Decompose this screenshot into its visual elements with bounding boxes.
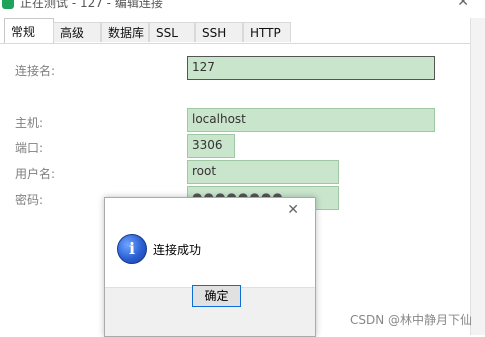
connection-name-label: 连接名:	[15, 64, 56, 78]
tab-ssh[interactable]: SSH	[195, 22, 243, 42]
tab-databases[interactable]: 数据库	[101, 22, 149, 42]
connection-name-field[interactable]: 127	[187, 56, 435, 80]
window-titlebar: 正在测试 - 127 - 编辑连接 ✕	[0, 0, 485, 18]
window-title: 正在测试 - 127 - 编辑连接	[20, 0, 163, 10]
tab-general[interactable]: 常规	[4, 18, 54, 44]
window-close-icon[interactable]: ✕	[457, 0, 469, 10]
tab-http[interactable]: HTTP	[243, 22, 291, 42]
tab-advanced[interactable]: 高级	[53, 22, 101, 42]
tab-ssl[interactable]: SSL	[149, 22, 195, 42]
port-field[interactable]: 3306	[187, 134, 235, 158]
info-icon: i	[117, 234, 147, 264]
dialog-message: 连接成功	[153, 243, 202, 257]
username-label: 用户名:	[15, 167, 56, 181]
host-label: 主机:	[15, 116, 44, 130]
watermark: CSDN @林中静月下仙	[349, 313, 472, 327]
connection-success-dialog: ✕ i 连接成功 确定	[104, 197, 316, 337]
app-icon	[2, 0, 14, 9]
window-edge	[470, 18, 485, 335]
host-field[interactable]: localhost	[187, 108, 435, 132]
tab-strip: 常规 高级 数据库 SSL SSH HTTP	[0, 18, 485, 44]
username-field[interactable]: root	[187, 160, 339, 184]
password-label: 密码:	[15, 193, 44, 207]
ok-button[interactable]: 确定	[192, 285, 241, 307]
dialog-close-icon[interactable]: ✕	[287, 202, 299, 218]
port-label: 端口:	[15, 141, 44, 155]
